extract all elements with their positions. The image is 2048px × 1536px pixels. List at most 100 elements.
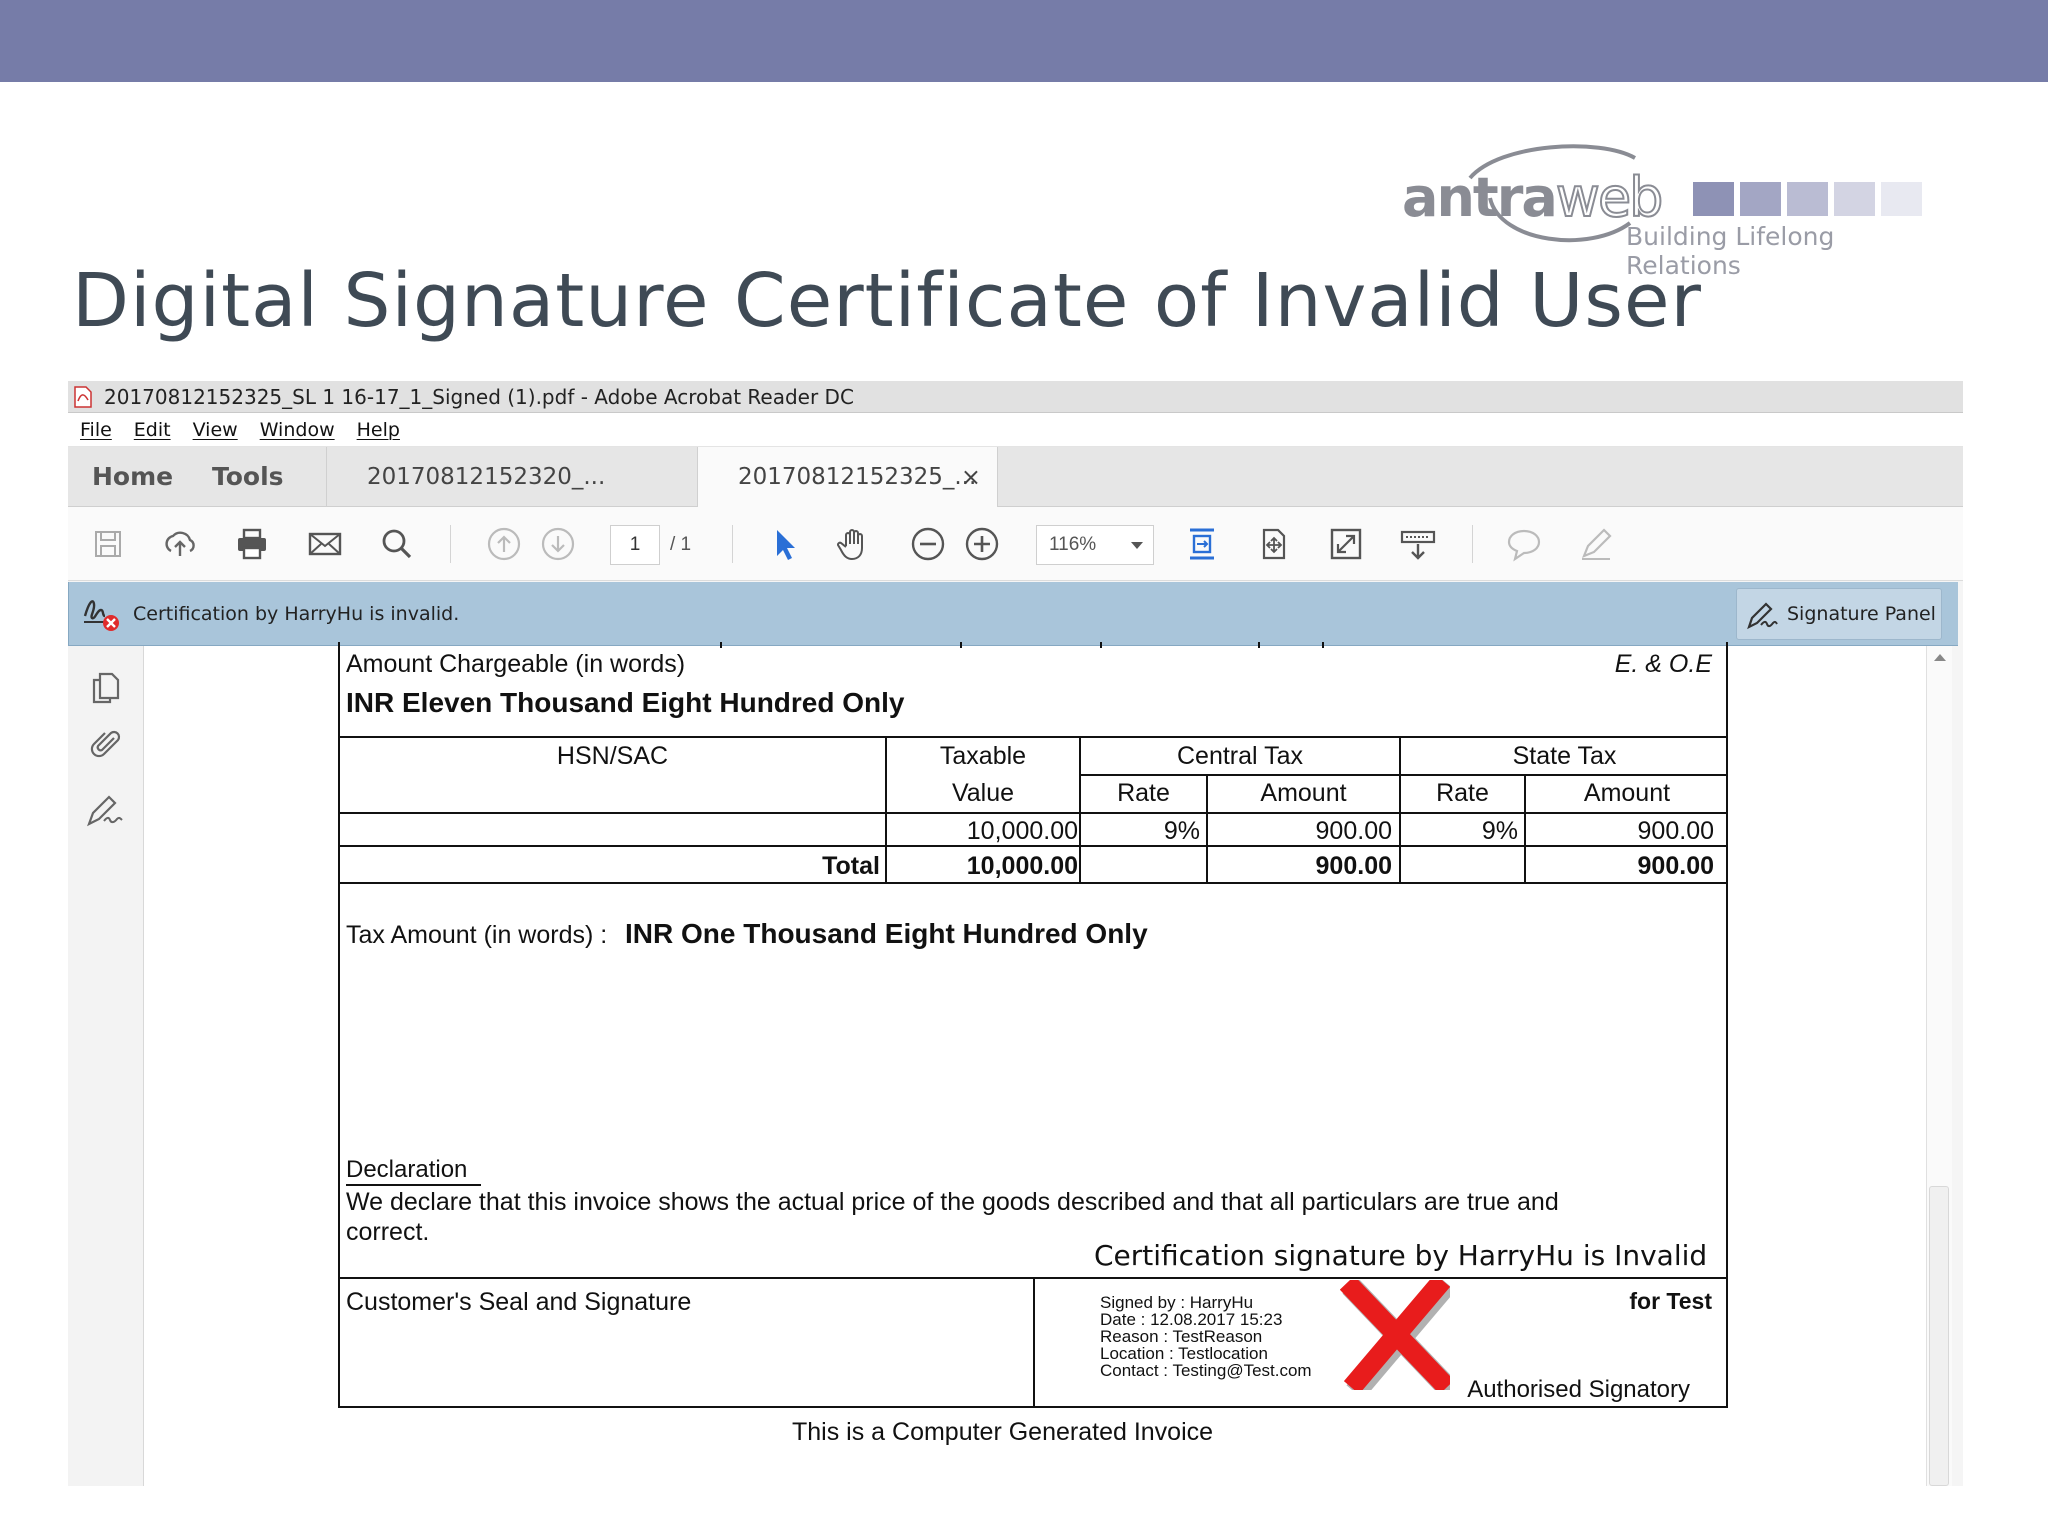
signature-details: Signed by : HarryHu Date : 12.08.2017 15… xyxy=(1100,1294,1312,1379)
declaration-text-line2: correct. xyxy=(346,1218,430,1246)
central-rate-value: 9% xyxy=(1163,817,1200,845)
acrobat-window: 20170812152325_SL 1 16-17_1_Signed (1).p… xyxy=(68,381,1963,1486)
declaration-text-line1: We declare that this invoice shows the a… xyxy=(346,1188,1559,1216)
logo-square xyxy=(1740,182,1781,216)
next-page-icon[interactable] xyxy=(538,524,578,564)
state-amount-header: Amount xyxy=(1583,779,1671,807)
tab-row: Home Tools 20170812152320_... 2017081215… xyxy=(68,447,1963,508)
invalid-signature-x-icon xyxy=(1340,1280,1450,1390)
invalid-signature-icon xyxy=(83,600,119,631)
hand-icon[interactable] xyxy=(834,524,874,564)
read-mode-icon[interactable] xyxy=(1398,524,1438,564)
signed-date: Date : 12.08.2017 15:23 xyxy=(1100,1310,1283,1329)
total-state-amount: 900.00 xyxy=(1637,852,1714,880)
taxable-header-line2: Value xyxy=(951,779,1015,807)
taxable-header-line1: Taxable xyxy=(939,742,1027,770)
tab-tools[interactable]: Tools xyxy=(212,447,284,507)
logo-square xyxy=(1834,182,1875,216)
sign-pen-icon[interactable] xyxy=(1576,524,1616,564)
menu-help[interactable]: Help xyxy=(357,419,400,441)
logo-squares xyxy=(1693,182,1922,216)
total-label: Total xyxy=(822,852,880,880)
comment-icon[interactable] xyxy=(1504,524,1544,564)
antraweb-logo: antraweb Building Lifelong Relations xyxy=(1400,138,1930,280)
toolbar-separator xyxy=(1472,525,1473,563)
tax-amount-in-words: INR One Thousand Eight Hundred Only xyxy=(625,918,1148,949)
left-navigation-rail xyxy=(68,646,144,1486)
logo-square xyxy=(1787,182,1828,216)
central-amount-header: Amount xyxy=(1260,779,1347,807)
signed-reason: Reason : TestReason xyxy=(1100,1327,1263,1346)
menu-bar: File Edit View Window Help xyxy=(68,413,1963,447)
signed-contact: Contact : Testing@Test.com xyxy=(1100,1361,1312,1380)
menu-window[interactable]: Window xyxy=(260,419,335,441)
signed-by: Signed by : HarryHu xyxy=(1100,1293,1254,1312)
central-amount-value: 900.00 xyxy=(1315,817,1392,845)
central-tax-header: Central Tax xyxy=(1177,742,1303,770)
pages-icon[interactable] xyxy=(88,670,124,706)
tab-home[interactable]: Home xyxy=(92,447,173,507)
page-total: / 1 xyxy=(670,534,692,555)
upload-icon[interactable] xyxy=(160,524,200,564)
toolbar-separator xyxy=(732,525,733,563)
document-tab-2-label: 20170812152325_... xyxy=(738,464,977,490)
attachments-icon[interactable] xyxy=(88,726,124,762)
zoom-dropdown[interactable]: 116% xyxy=(1036,525,1154,565)
amount-in-words: INR Eleven Thousand Eight Hundred Only xyxy=(346,687,905,718)
scroll-up-icon[interactable] xyxy=(1934,654,1946,661)
state-rate-header: Rate xyxy=(1436,779,1489,807)
hsn-sac-header: HSN/SAC xyxy=(556,742,669,770)
rotate-icon[interactable] xyxy=(1254,524,1294,564)
central-rate-header: Rate xyxy=(1117,779,1170,807)
close-tab-icon[interactable]: × xyxy=(961,447,981,507)
invoice-table: Amount Chargeable (in words) E. & O.E IN… xyxy=(338,642,1728,1408)
taxable-value: 10,000.00 xyxy=(966,817,1078,845)
menu-view[interactable]: View xyxy=(193,419,238,441)
signature-panel-icon xyxy=(1747,602,1778,630)
state-tax-header: State Tax xyxy=(1512,742,1617,770)
document-tab-2[interactable]: 20170812152325_... × xyxy=(698,447,998,508)
authorised-signatory-label: Authorised Signatory xyxy=(1467,1376,1690,1403)
email-icon[interactable] xyxy=(305,524,345,564)
pdf-page: Amount Chargeable (in words) E. & O.E IN… xyxy=(144,642,1926,1486)
chevron-down-icon xyxy=(1131,542,1143,549)
total-taxable: 10,000.00 xyxy=(966,852,1078,880)
signature-panel-button[interactable]: Signature Panel xyxy=(1736,588,1942,640)
menu-file[interactable]: File xyxy=(80,419,112,441)
tax-amount-words-label: Tax Amount (in words) : xyxy=(346,921,608,949)
vertical-scrollbar[interactable] xyxy=(1926,646,1952,1486)
signature-status-message: Certification by HarryHu is invalid. xyxy=(133,603,460,625)
for-company-label: for Test xyxy=(1629,1288,1712,1314)
scroll-thumb[interactable] xyxy=(1929,1186,1949,1486)
print-icon[interactable] xyxy=(232,524,272,564)
declaration-label: Declaration xyxy=(346,1156,482,1186)
signature-message-bar: Certification by HarryHu is invalid. Sig… xyxy=(68,582,1958,646)
search-icon[interactable] xyxy=(377,524,417,564)
zoom-value: 116% xyxy=(1049,534,1097,555)
fit-page-icon[interactable] xyxy=(1182,524,1222,564)
fullscreen-icon[interactable] xyxy=(1326,524,1366,564)
slide-title: Digital Signature Certificate of Invalid… xyxy=(72,258,1702,344)
select-pointer-icon[interactable] xyxy=(764,524,804,564)
prev-page-icon[interactable] xyxy=(484,524,524,564)
certification-invalid-text: Certification signature by HarryHu is In… xyxy=(1094,1239,1708,1272)
window-title-bar: 20170812152325_SL 1 16-17_1_Signed (1).p… xyxy=(68,381,1963,413)
customer-seal-label: Customer's Seal and Signature xyxy=(346,1288,692,1316)
state-rate-value: 9% xyxy=(1481,817,1518,845)
logo-square xyxy=(1881,182,1922,216)
menu-edit[interactable]: Edit xyxy=(134,419,171,441)
eoe-label: E. & O.E xyxy=(1614,650,1712,678)
signatures-icon[interactable] xyxy=(84,788,126,830)
amount-chargeable-label: Amount Chargeable (in words) xyxy=(346,650,686,678)
logo-name-outline: web xyxy=(1555,165,1665,230)
document-tab-1[interactable]: 20170812152320_... xyxy=(326,447,698,507)
toolbar-separator xyxy=(450,525,451,563)
zoom-in-icon[interactable] xyxy=(962,524,1002,564)
document-tab-1-label: 20170812152320_... xyxy=(367,464,606,490)
page-number-input[interactable]: 1 xyxy=(610,525,660,565)
logo-wordmark: antraweb xyxy=(1402,165,1665,230)
signed-location: Location : Testlocation xyxy=(1100,1344,1268,1363)
save-icon[interactable] xyxy=(88,524,128,564)
signature-panel-label: Signature Panel xyxy=(1787,603,1936,625)
zoom-out-icon[interactable] xyxy=(908,524,948,564)
